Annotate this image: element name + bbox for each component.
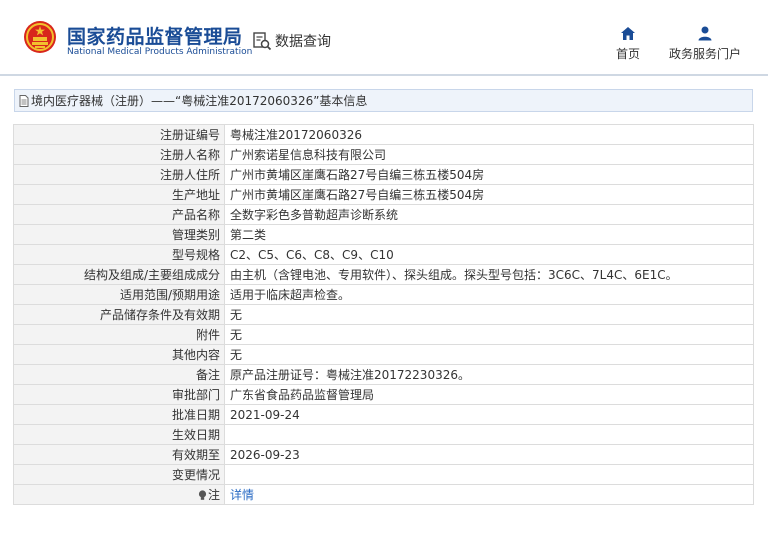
table-row: 生产地址 广州市黄埔区崖鹰石路27号自编三栋五楼504房 [13,184,754,205]
table-row: 适用范围/预期用途 适用于临床超声检查。 [13,284,754,305]
field-value [224,464,754,485]
field-label: 管理类别 [13,224,225,245]
field-value: 原产品注册证号：粤械注准20172230326。 [224,364,754,385]
table-row: 注册人住所 广州市黄埔区崖鹰石路27号自编三栋五楼504房 [13,164,754,185]
field-value: 广州市黄埔区崖鹰石路27号自编三栋五楼504房 [224,164,754,185]
note-label-cell: 注 [13,484,225,505]
home-icon [621,27,635,40]
field-label: 备注 [13,364,225,385]
field-value: 广州市黄埔区崖鹰石路27号自编三栋五楼504房 [224,184,754,205]
table-row: 注册人名称 广州索诺星信息科技有限公司 [13,144,754,165]
field-label: 注 [207,488,220,502]
field-value: 全数字彩色多普勒超声诊断系统 [224,204,754,225]
field-value: 适用于临床超声检查。 [224,284,754,305]
field-label: 注册人名称 [13,144,225,165]
field-value: 详情 [224,484,754,505]
table-row: 型号规格 C2、C5、C6、C8、C9、C10 [13,244,754,265]
details-link[interactable]: 详情 [230,488,254,502]
field-label: 型号规格 [13,244,225,265]
table-row: 有效期至 2026-09-23 [13,444,754,465]
field-value: 广州索诺星信息科技有限公司 [224,144,754,165]
document-icon [19,94,29,107]
national-emblem-icon [24,21,56,53]
table-row: 变更情况 [13,464,754,485]
data-query-label: 数据查询 [275,34,331,50]
nav-home-label: 首页 [616,47,641,61]
table-row: 审批部门 广东省食品药品监督管理局 [13,384,754,405]
field-value: 无 [224,344,754,365]
table-row: 产品名称 全数字彩色多普勒超声诊断系统 [13,204,754,225]
table-row: 备注 原产品注册证号：粤械注准20172230326。 [13,364,754,385]
field-label: 注册证编号 [13,124,225,145]
field-label: 其他内容 [13,344,225,365]
data-query-link[interactable]: 数据查询 [252,31,331,51]
field-label: 变更情况 [13,464,225,485]
breadcrumb: 境内医疗器械（注册） —— “粤械注准20172060326”基本信息 [14,89,753,112]
nav-home[interactable]: 首页 [616,26,640,62]
field-value: C2、C5、C6、C8、C9、C10 [224,244,754,265]
site-header: 国家药品监督管理局 National Medical Products Admi… [0,0,768,76]
search-document-icon [253,32,272,51]
field-label: 生效日期 [13,424,225,445]
field-label: 适用范围/预期用途 [13,284,225,305]
table-row: 批准日期 2021-09-24 [13,404,754,425]
breadcrumb-record: “粤械注准20172060326”基本信息 [175,94,368,108]
field-value [224,424,754,445]
table-row: 生效日期 [13,424,754,445]
breadcrumb-separator: —— [151,93,176,108]
field-value: 无 [224,324,754,345]
field-value: 广东省食品药品监督管理局 [224,384,754,405]
table-row: 结构及组成/主要组成成分 由主机（含锂电池、专用软件）、探头组成。探头型号包括：… [13,264,754,285]
user-icon [698,26,712,41]
table-row: 其他内容 无 [13,344,754,365]
field-value: 粤械注准20172060326 [224,124,754,145]
field-value: 无 [224,304,754,325]
table-row: 附件 无 [13,324,754,345]
field-value: 由主机（含锂电池、专用软件）、探头组成。探头型号包括：3C6C、7L4C、6E1… [224,264,754,285]
site-subtitle: National Medical Products Administration [67,47,253,57]
field-label: 审批部门 [13,384,225,405]
field-label: 有效期至 [13,444,225,465]
breadcrumb-category[interactable]: 境内医疗器械（注册） [31,92,151,109]
field-label: 附件 [13,324,225,345]
field-label: 结构及组成/主要组成成分 [13,264,225,285]
field-label: 产品名称 [13,204,225,225]
field-value: 2026-09-23 [224,444,754,465]
field-value: 2021-09-24 [224,404,754,425]
field-label: 生产地址 [13,184,225,205]
field-label: 批准日期 [13,404,225,425]
field-label: 产品储存条件及有效期 [13,304,225,325]
lightbulb-icon [198,490,207,500]
nav-portal-label: 政务服务门户 [669,47,742,61]
table-row: 注册证编号 粤械注准20172060326 [13,124,754,145]
site-title: 国家药品监督管理局 [67,26,243,48]
registration-info-table: 注册证编号 粤械注准20172060326 注册人名称 广州索诺星信息科技有限公… [13,124,754,505]
nav-gov-service-portal[interactable]: 政务服务门户 [669,26,741,62]
table-row: 产品储存条件及有效期 无 [13,304,754,325]
field-label: 注册人住所 [13,164,225,185]
field-value: 第二类 [224,224,754,245]
table-row: 管理类别 第二类 [13,224,754,245]
table-row: 注 详情 [13,484,754,505]
